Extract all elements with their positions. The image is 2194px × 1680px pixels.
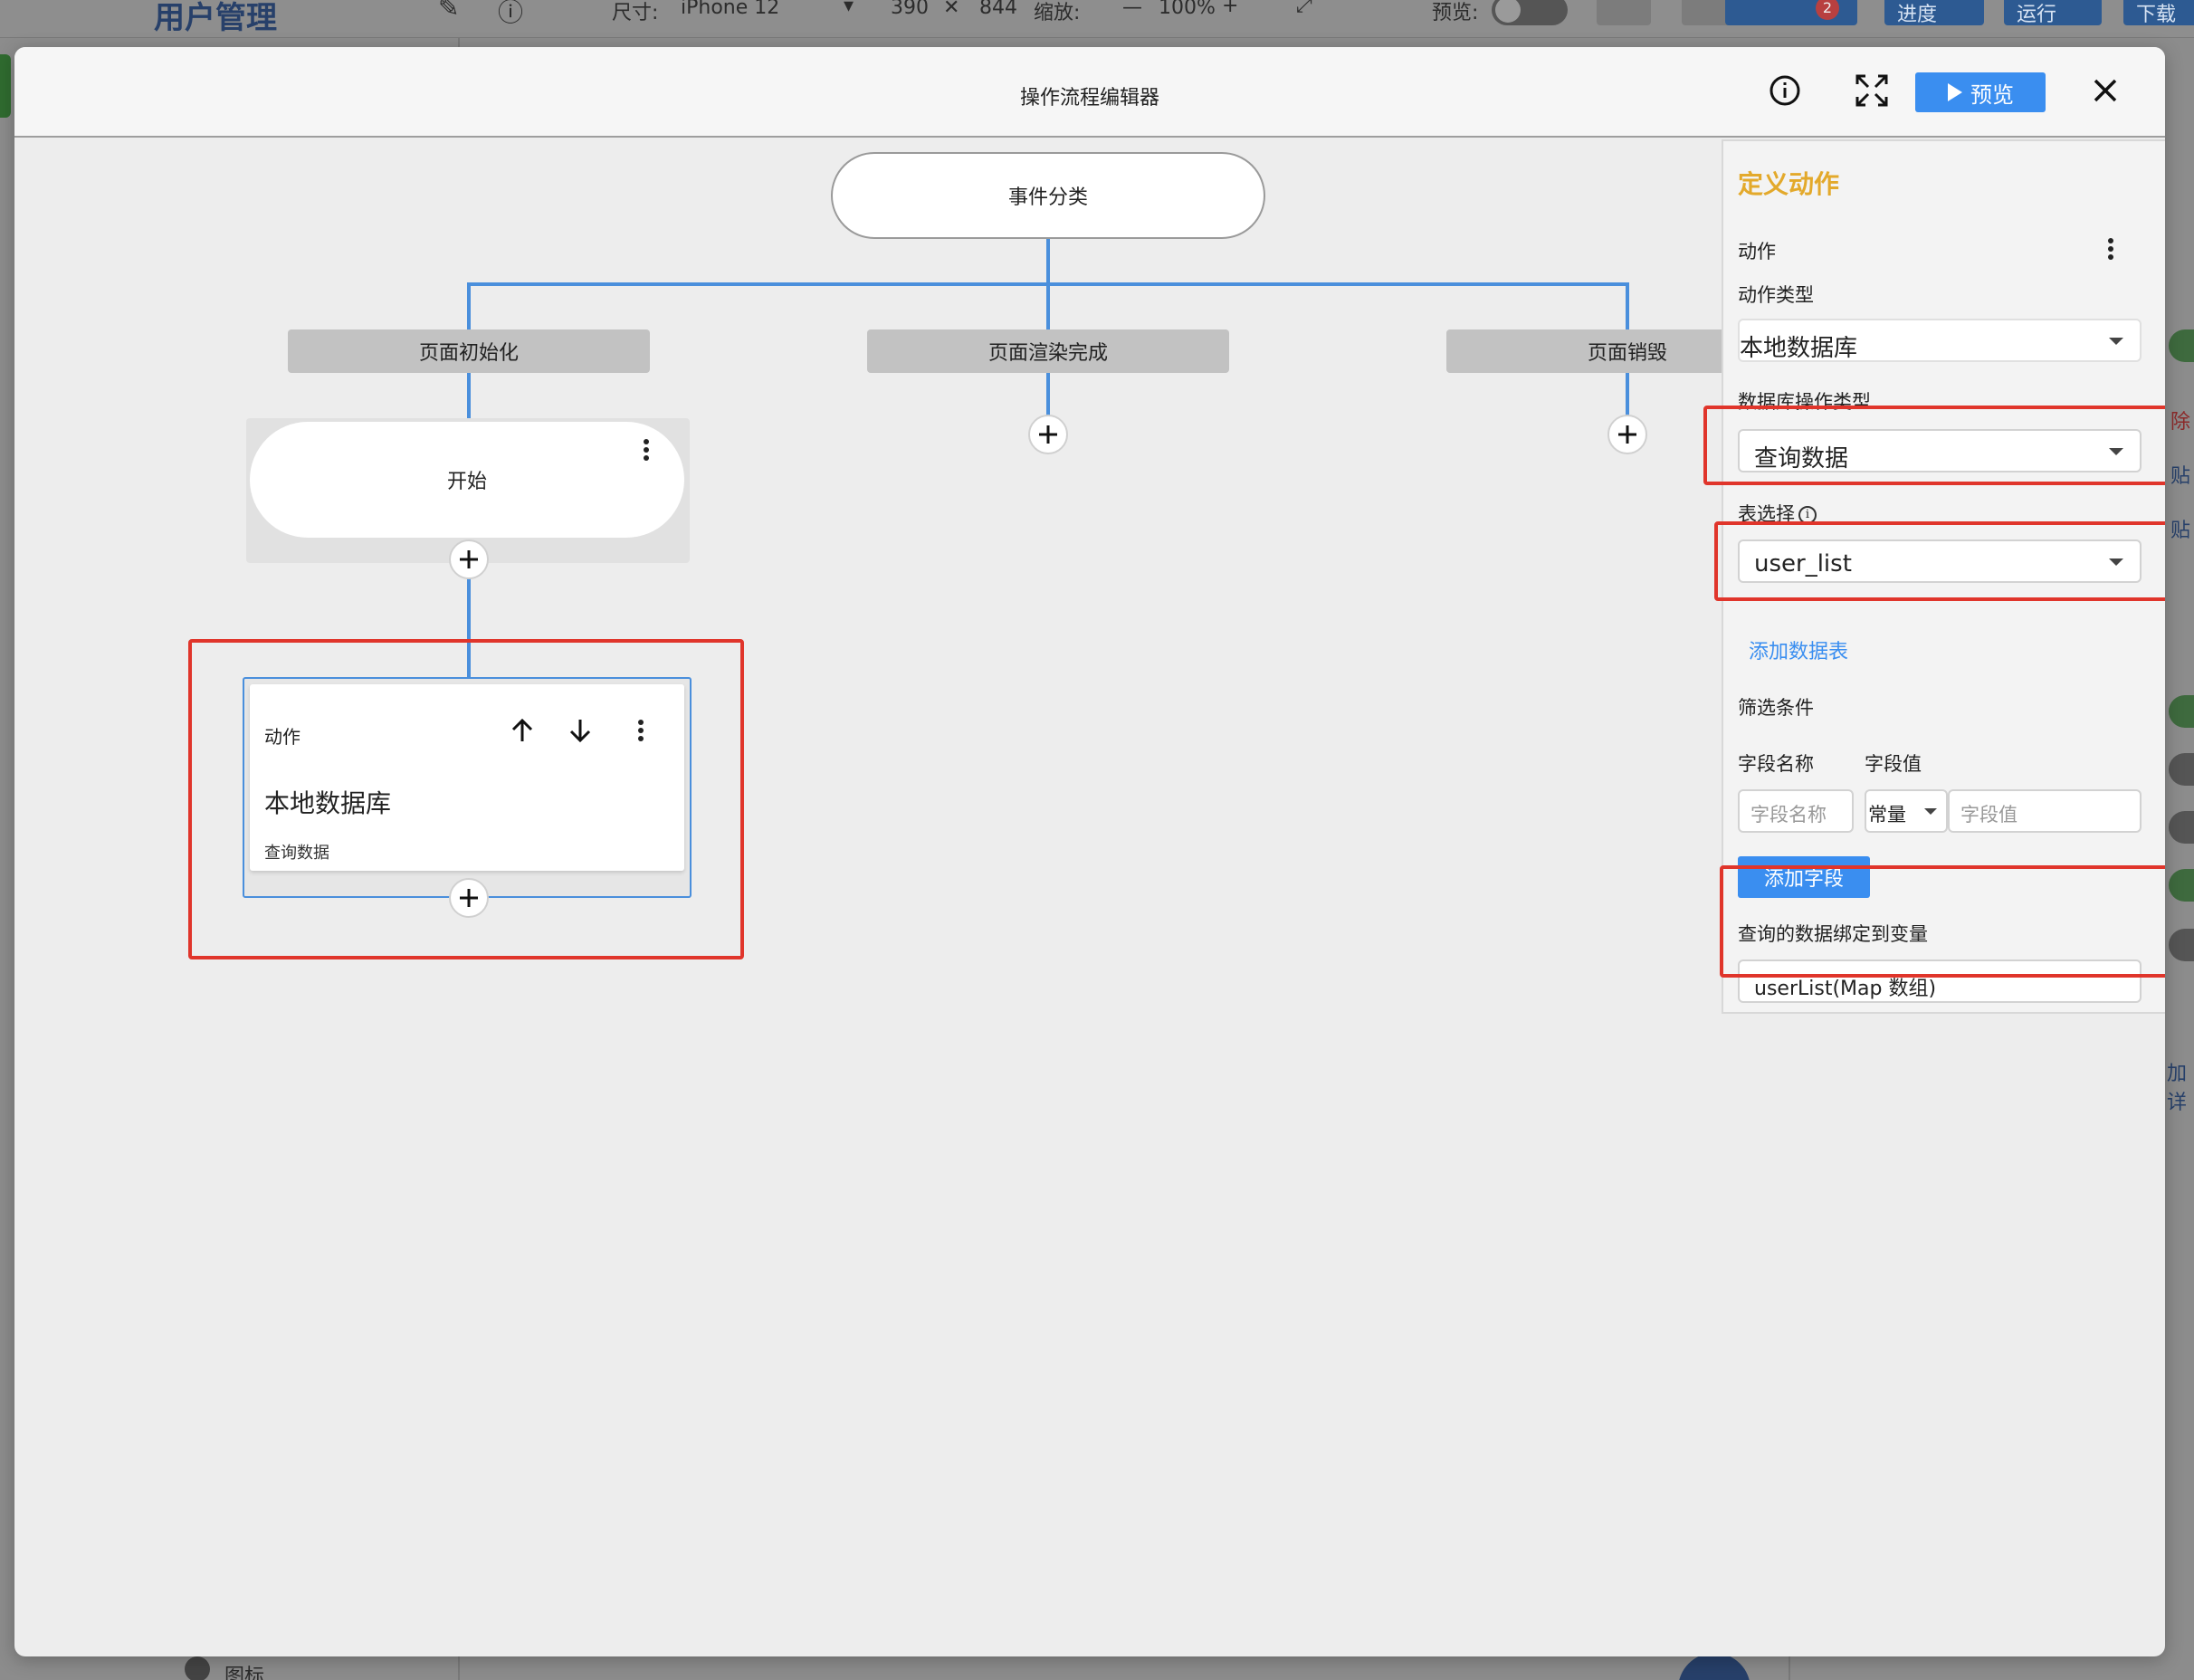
- field-value-header: 字段值: [1865, 753, 1922, 775]
- times-icon: ✕: [943, 0, 960, 19]
- edge-paste-text: 贴: [2170, 520, 2191, 542]
- edge-paste-text: 贴: [2170, 465, 2191, 488]
- caret-down-icon: [2109, 338, 2123, 345]
- background-divider: [1789, 1656, 1790, 1680]
- progress-button[interactable]: 进度: [1884, 0, 1984, 26]
- add-step-button[interactable]: [1607, 415, 1647, 454]
- preview-button[interactable]: 预览: [1915, 72, 2046, 112]
- alert-icon[interactable]: ⓘ: [498, 0, 523, 29]
- highlight-box: [1703, 406, 2165, 485]
- add-step-button[interactable]: [1028, 415, 1068, 454]
- event-tab-page-rendered[interactable]: 页面渲染完成: [867, 329, 1229, 373]
- connector-line: [1626, 282, 1629, 329]
- highlight-box: [1714, 521, 2165, 601]
- modal-title: 操作流程编辑器: [1019, 87, 1159, 110]
- edge-toggle: [2169, 869, 2194, 902]
- info-icon[interactable]: [1767, 72, 1803, 109]
- fullscreen-icon[interactable]: [1854, 72, 1890, 109]
- caret-down-icon: [1924, 808, 1937, 815]
- event-tab-page-init[interactable]: 页面初始化: [288, 329, 650, 373]
- preview-button-label: 预览: [1970, 81, 2014, 108]
- height-value[interactable]: 844: [979, 0, 1017, 19]
- minus-icon[interactable]: —: [1122, 0, 1142, 19]
- gear-icon: [185, 1656, 210, 1680]
- panel-title: 定义动作: [1738, 169, 1840, 199]
- edge-toggle: [2169, 811, 2194, 844]
- plus-icon: [460, 550, 478, 568]
- preview-toggle[interactable]: [1492, 0, 1568, 25]
- undo-button[interactable]: [1597, 0, 1651, 25]
- zoom-label: 缩放:: [1034, 2, 1081, 24]
- value-type-value: 常量: [1868, 804, 1906, 826]
- run-button-label: 运行: [2017, 4, 2057, 26]
- field-name-input[interactable]: 字段名称: [1738, 789, 1854, 833]
- plus-icon: [1039, 425, 1057, 444]
- preview-label: 预览:: [1432, 2, 1479, 24]
- device-select[interactable]: iPhone 12: [681, 0, 779, 19]
- field-name-header: 字段名称: [1738, 753, 1814, 775]
- edge-toggle: [2169, 329, 2194, 362]
- plus-icon[interactable]: +: [1222, 0, 1238, 17]
- add-table-link[interactable]: 添加数据表: [1749, 635, 1848, 664]
- field-value-input[interactable]: 字段值: [1948, 789, 2142, 833]
- play-icon: [1948, 83, 1962, 101]
- action-type-value: 本地数据库: [1740, 335, 1858, 362]
- flow-canvas[interactable]: 事件分类 页面初始化 页面渲染完成 页面销毁 开始 动作 本地数据库 查询数据: [14, 138, 1808, 1656]
- add-step-button[interactable]: [449, 539, 489, 579]
- edge-toggle: [2169, 929, 2194, 961]
- download-button-label: 下载: [2136, 4, 2177, 26]
- connector-line: [467, 373, 471, 418]
- edge-add-text: 加详: [2167, 1063, 2188, 1114]
- edge-toggle: [2169, 695, 2194, 728]
- pencil-icon[interactable]: ✎: [438, 0, 459, 23]
- progress-button-label: 进度: [1897, 4, 1938, 26]
- connector-line: [1626, 373, 1629, 418]
- connector-line: [467, 282, 471, 329]
- app-title: 用户管理: [154, 0, 277, 36]
- event-category-node[interactable]: 事件分类: [831, 152, 1265, 239]
- download-button[interactable]: 下载: [2123, 0, 2194, 26]
- icon-label: 图标: [224, 1666, 265, 1680]
- run-button[interactable]: 运行: [2004, 0, 2102, 26]
- action-type-select[interactable]: 本地数据库: [1738, 319, 2142, 362]
- fit-icon[interactable]: ⤢: [1296, 0, 1312, 17]
- width-value[interactable]: 390: [891, 0, 929, 19]
- background-left-tab: [0, 54, 11, 118]
- filter-label: 筛选条件: [1738, 697, 1814, 719]
- plus-icon: [1618, 425, 1636, 444]
- flow-editor-modal: 操作流程编辑器 预览 事件分类 页面初始化 页面渲染完成 页面销毁 开始 动作 …: [14, 47, 2165, 1656]
- edge-toggle: [2169, 753, 2194, 786]
- modal-header: 操作流程编辑器 预览: [14, 47, 2165, 138]
- start-node[interactable]: 开始: [250, 422, 684, 538]
- value-type-select[interactable]: 常量: [1865, 789, 1948, 833]
- chevron-down-icon: ▾: [844, 0, 854, 17]
- connector-line: [1046, 373, 1050, 418]
- start-node-label: 开始: [446, 471, 487, 493]
- more-vertical-icon[interactable]: [637, 436, 655, 463]
- action-label: 动作: [1738, 241, 1776, 262]
- close-icon[interactable]: [2087, 72, 2123, 109]
- background-toolbar: 用户管理 ✎ ⓘ 尺寸: iPhone 12 ▾ 390 ✕ 844 缩放: —…: [0, 0, 2194, 38]
- edge-delete-text: 除: [2170, 411, 2191, 434]
- ai-button[interactable]: [1678, 1653, 1750, 1680]
- more-vertical-icon[interactable]: [2102, 235, 2120, 262]
- size-label: 尺寸:: [612, 2, 659, 24]
- zoom-value: 100%: [1159, 0, 1216, 19]
- connector-line: [467, 282, 1629, 286]
- action-type-label: 动作类型: [1738, 284, 1814, 306]
- highlight-box: [188, 639, 744, 959]
- highlight-box: [1720, 865, 2165, 978]
